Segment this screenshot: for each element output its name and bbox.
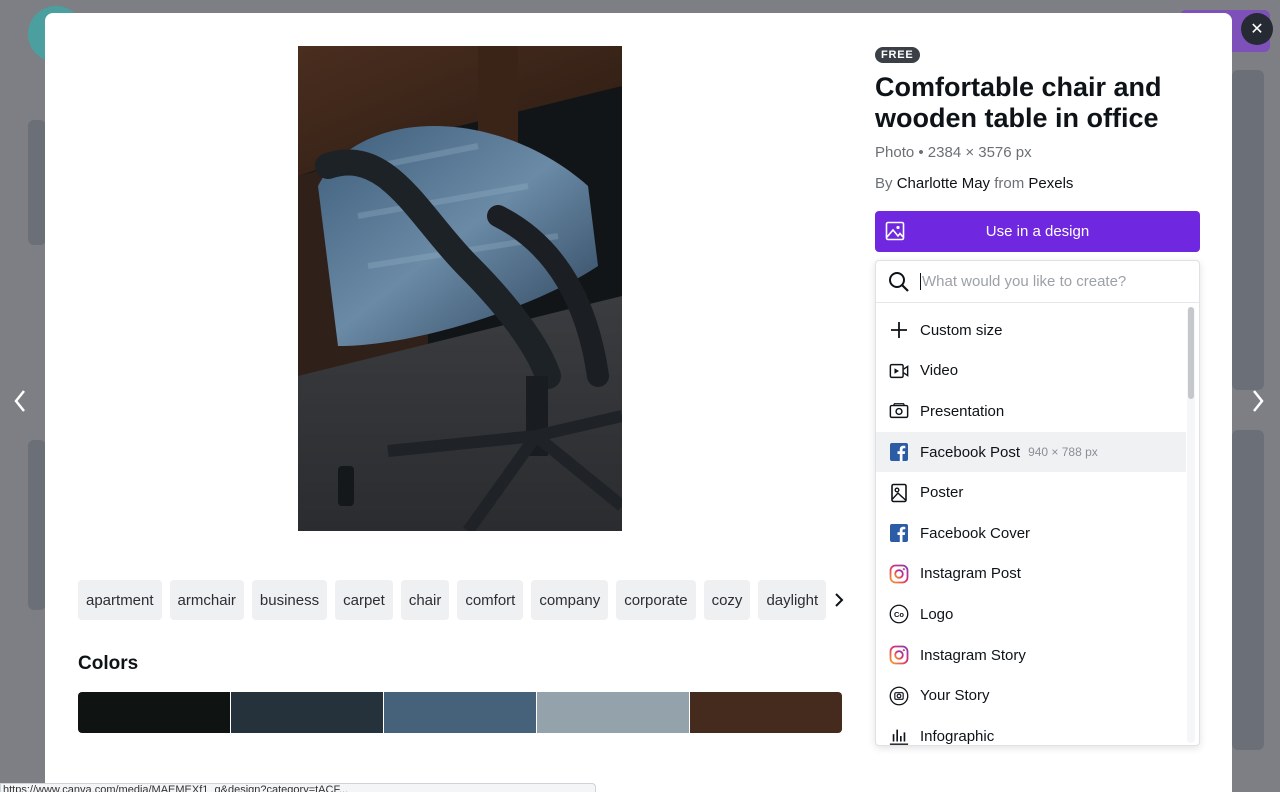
chevron-right-icon: [1253, 390, 1264, 412]
previous-photo-button[interactable]: [5, 385, 35, 417]
free-badge: FREE: [875, 47, 920, 63]
photo-credit: By Charlotte May from Pexels: [875, 175, 1073, 192]
menu-item-dimensions: 940 × 788 px: [1028, 445, 1098, 460]
design-type-facebook-cover[interactable]: Facebook Cover: [876, 513, 1186, 554]
design-type-custom-size[interactable]: Custom size: [876, 310, 1186, 351]
presentation-icon: [889, 401, 909, 421]
credit-from: from: [994, 175, 1025, 192]
tag-chip[interactable]: comfort: [457, 580, 524, 620]
logo-icon: Co: [889, 604, 909, 624]
design-type-menu: Custom size Video Presentation Facebook Pos…: [876, 304, 1186, 745]
instagram-icon: [889, 564, 909, 584]
infographic-icon: [889, 726, 909, 745]
image-icon: [885, 221, 905, 241]
color-swatch[interactable]: [537, 692, 689, 733]
chevron-left-icon: [14, 390, 25, 412]
close-button[interactable]: ✕: [1241, 13, 1273, 45]
design-type-video[interactable]: Video: [876, 351, 1186, 392]
menu-item-label: Your Story: [920, 687, 990, 705]
svg-text:Co: Co: [894, 610, 904, 619]
source-link[interactable]: Pexels: [1028, 175, 1073, 192]
tag-chip[interactable]: armchair: [169, 580, 244, 620]
design-type-instagram-story[interactable]: Instagram Story: [876, 635, 1186, 676]
background-thumbnail: [1232, 70, 1264, 390]
poster-icon: [889, 483, 909, 503]
colors-heading: Colors: [78, 653, 139, 674]
photo-preview: [298, 46, 622, 531]
design-type-dropdown: Custom size Video Presentation Facebook Pos…: [875, 260, 1200, 746]
tag-chip[interactable]: carpet: [335, 580, 393, 620]
background-thumbnail: [1232, 430, 1264, 750]
design-type-your-story[interactable]: Your Story: [876, 675, 1186, 716]
color-swatch[interactable]: [231, 692, 383, 733]
video-icon: [889, 361, 909, 381]
design-type-facebook-post[interactable]: Facebook Post 940 × 788 px: [876, 431, 1186, 473]
design-type-presentation[interactable]: Presentation: [876, 391, 1186, 432]
background-thumbnail: [28, 120, 46, 245]
menu-scrollbar-thumb[interactable]: [1188, 307, 1194, 399]
tag-list: apartment armchair business carpet chair comf…: [78, 580, 848, 620]
color-swatch[interactable]: [384, 692, 536, 733]
menu-scrollbar[interactable]: [1187, 307, 1195, 743]
credit-by: By: [875, 175, 893, 192]
menu-item-label: Infographic: [920, 727, 995, 745]
photo-title: Comfortable chair and wooden table in of…: [875, 72, 1162, 133]
photo-meta: Photo • 2384 × 3576 px: [875, 144, 1032, 161]
facebook-icon: [889, 523, 909, 543]
browser-status-url: https://www.canva.com/media/MAEMEXf1_g&d…: [0, 783, 596, 792]
tags-scroll-next-button[interactable]: [826, 580, 852, 620]
close-icon: ✕: [1250, 21, 1264, 38]
design-type-logo[interactable]: Co Logo: [876, 594, 1186, 635]
chair-photo-image: [298, 46, 622, 531]
tag-chip[interactable]: corporate: [616, 580, 696, 620]
tag-chip[interactable]: apartment: [78, 580, 162, 620]
tag-chip[interactable]: daylight: [758, 580, 827, 620]
plus-icon: [889, 320, 909, 340]
color-swatch[interactable]: [78, 692, 230, 733]
tag-chip[interactable]: company: [531, 580, 609, 620]
menu-item-label: Facebook Post: [920, 443, 1021, 461]
use-in-design-label: Use in a design: [985, 223, 1090, 240]
design-type-poster[interactable]: Poster: [876, 472, 1186, 513]
design-type-infographic[interactable]: Infographic: [876, 716, 1186, 745]
color-swatch[interactable]: [690, 692, 842, 733]
menu-item-label: Video: [920, 362, 959, 380]
background-thumbnail: [28, 440, 46, 610]
search-icon: [889, 271, 909, 292]
menu-item-label: Presentation: [920, 402, 1005, 420]
story-icon: [889, 686, 909, 706]
menu-item-label: Instagram Post: [920, 565, 1021, 583]
menu-item-label: Facebook Cover: [920, 524, 1031, 542]
facebook-icon: [889, 442, 909, 462]
menu-item-label: Instagram Story: [920, 646, 1026, 664]
menu-item-label: Custom size: [920, 321, 1003, 339]
design-type-instagram-post[interactable]: Instagram Post: [876, 554, 1186, 595]
instagram-icon: [889, 645, 909, 665]
use-in-design-button[interactable]: Use in a design: [875, 211, 1200, 252]
tag-chip[interactable]: chair: [400, 580, 450, 620]
menu-item-label: Poster: [920, 484, 964, 502]
tag-chip[interactable]: cozy: [703, 580, 751, 620]
chevron-right-icon: [835, 593, 844, 607]
next-photo-button[interactable]: [1243, 385, 1273, 417]
author-link[interactable]: Charlotte May: [897, 175, 990, 192]
design-search-row: [876, 261, 1199, 303]
design-search-input[interactable]: [920, 273, 1180, 290]
tag-chip[interactable]: business: [251, 580, 328, 620]
color-palette: [78, 692, 842, 733]
menu-item-label: Logo: [920, 605, 954, 623]
